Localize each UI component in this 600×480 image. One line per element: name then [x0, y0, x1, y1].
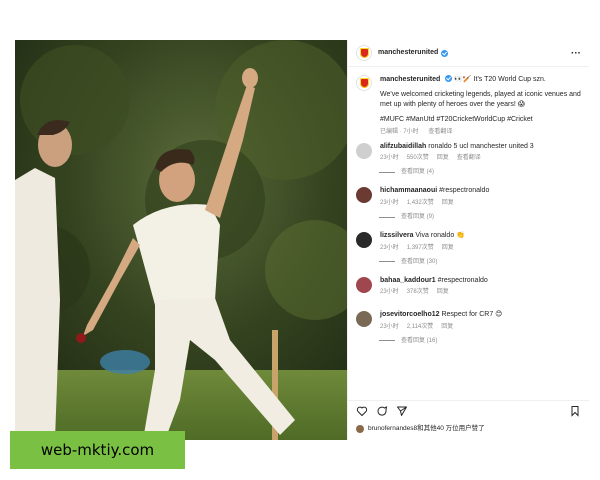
liker-avatar	[356, 425, 364, 434]
post-side-panel: manchesterunited ··· manchesterunited 👀🏏…	[347, 40, 589, 440]
comment-meta: 23小时 2,114次赞 回复	[380, 323, 581, 331]
comment-time: 23小时	[380, 289, 399, 296]
comment-row: hichammaanaoui #respectronaldo 23小时 1,432次…	[356, 186, 581, 207]
post-photo[interactable]	[15, 40, 347, 440]
caption-body: manchesterunited 👀🏏 It's T20 World Cup s…	[380, 75, 581, 136]
comment-meta: 23小时 1,432次赞 回复	[380, 199, 581, 207]
replies-divider	[379, 261, 395, 263]
comment-text: ronaldo 5 ucl manchester united 3	[428, 142, 534, 150]
comment-reply[interactable]: 回复	[442, 200, 454, 206]
share-send-icon[interactable]	[396, 405, 408, 417]
comment-reply[interactable]: 回复	[441, 324, 453, 330]
comment-likes[interactable]: 2,114次赞	[407, 324, 434, 330]
view-replies-text[interactable]: 查看回复 (30)	[401, 258, 437, 266]
comment-text: #respectronaldo	[439, 187, 490, 195]
caption-edited: 已编辑 · 7小时	[380, 128, 419, 135]
likes-text: brunofernandes8和其他40 万位用户赞了	[368, 425, 485, 432]
club-crest-icon	[359, 78, 369, 88]
comment-meta: 23小时 1,397次赞 回复	[380, 244, 581, 252]
comments-list: manchesterunited 👀🏏 It's T20 World Cup s…	[348, 67, 589, 345]
comment-likes[interactable]: 550次赞	[407, 155, 429, 161]
cricket-photo-image	[15, 40, 347, 440]
comment-row: alifzubaidillah ronaldo 5 ucl manchester…	[356, 142, 581, 163]
view-replies-link[interactable]: 查看回复 (9)	[379, 213, 581, 221]
commenter-avatar[interactable]	[356, 142, 372, 159]
caption-row: manchesterunited 👀🏏 It's T20 World Cup s…	[356, 75, 581, 136]
caption-hashtags[interactable]: #MUFC #ManUtd #T20CricketWorldCup #Crick…	[380, 115, 581, 124]
comment-username[interactable]: lizssilvera	[380, 232, 413, 239]
account-avatar[interactable]	[356, 45, 372, 61]
like-heart-icon[interactable]	[356, 405, 368, 417]
caption-line2: We've welcomed cricketing legends, playe…	[380, 91, 581, 108]
comment-time: 23小时	[380, 199, 399, 206]
comment-username[interactable]: josevitorcoelho12	[380, 311, 440, 318]
comment-body: hichammaanaoui #respectronaldo 23小时 1,432次…	[380, 186, 581, 207]
save-bookmark-icon[interactable]	[569, 405, 581, 417]
verified-badge-icon	[441, 49, 449, 57]
comment-likes[interactable]: 378次赞	[407, 289, 429, 295]
post-frame: manchesterunited ··· manchesterunited 👀🏏…	[15, 40, 589, 440]
view-replies-text[interactable]: 查看回复 (4)	[401, 168, 434, 176]
club-crest-icon	[359, 48, 369, 58]
comment-likes[interactable]: 1,432次赞	[407, 200, 434, 206]
comment-spacer	[356, 302, 581, 310]
caption-line1: 👀🏏 It's T20 World Cup szn.	[454, 76, 546, 83]
caption-username[interactable]: manchesterunited	[380, 76, 440, 83]
comment-time: 23小时	[380, 244, 399, 251]
caption-avatar[interactable]	[356, 75, 372, 91]
commenter-avatar[interactable]	[356, 187, 372, 204]
comment-username[interactable]: bahaa_kaddour1	[380, 277, 436, 284]
comment-username[interactable]: alifzubaidillah	[380, 143, 426, 150]
comment-body: bahaa_kaddour1 #respectronaldo 23小时 378次赞 回…	[380, 276, 581, 297]
commenter-avatar[interactable]	[356, 276, 372, 293]
comment-translate[interactable]: 查看翻译	[457, 155, 481, 161]
view-replies-link[interactable]: 查看回复 (16)	[379, 337, 581, 345]
comment-meta: 23小时 550次赞 回复 查看翻译	[380, 154, 581, 162]
verified-badge-icon	[445, 75, 453, 82]
view-replies-text[interactable]: 查看回复 (9)	[401, 213, 434, 221]
comment-body: lizssilvera Viva ronaldo 👏 23小时 1,397次赞 回复	[380, 231, 581, 252]
caption-meta: 已编辑 · 7小时 查看翻译	[380, 128, 581, 136]
header-username[interactable]: manchesterunited	[378, 48, 438, 57]
comment-reply[interactable]: 回复	[442, 245, 454, 251]
post-actions-bar	[348, 400, 589, 421]
commenter-avatar[interactable]	[356, 232, 372, 249]
caption-see-translation[interactable]: 查看翻译	[428, 129, 452, 135]
comment-time: 23小时	[380, 323, 399, 330]
comment-body: josevitorcoelho12 Respect for CR7 😊 23小时 2…	[380, 310, 581, 331]
comment-likes[interactable]: 1,397次赞	[407, 245, 434, 251]
comment-bubble-icon[interactable]	[376, 405, 388, 417]
comment-row: josevitorcoelho12 Respect for CR7 😊 23小时 2…	[356, 310, 581, 331]
comment-reply[interactable]: 回复	[437, 289, 449, 295]
replies-divider	[379, 216, 395, 218]
replies-divider	[379, 340, 395, 342]
comment-row: lizssilvera Viva ronaldo 👏 23小时 1,397次赞 回复	[356, 231, 581, 252]
comment-body: alifzubaidillah ronaldo 5 ucl manchester…	[380, 142, 581, 163]
comment-text: Respect for CR7 😊	[441, 311, 503, 319]
replies-divider	[379, 171, 395, 173]
comment-text: #respectronaldo	[437, 276, 488, 284]
comment-meta: 23小时 378次赞 回复	[380, 288, 581, 296]
view-replies-link[interactable]: 查看回复 (30)	[379, 258, 581, 266]
likes-summary[interactable]: brunofernandes8和其他40 万位用户赞了	[356, 425, 485, 434]
comment-time: 23小时	[380, 155, 399, 162]
more-options-icon[interactable]: ···	[571, 47, 581, 61]
comment-text: Viva ronaldo 👏	[415, 232, 465, 240]
view-replies-text[interactable]: 查看回复 (16)	[401, 337, 437, 345]
commenter-avatar[interactable]	[356, 311, 372, 328]
watermark-text: web-mktiy.com	[40, 441, 155, 459]
view-replies-link[interactable]: 查看回复 (4)	[379, 168, 581, 176]
comment-reply[interactable]: 回复	[437, 155, 449, 161]
watermark-banner: web-mktiy.com	[10, 431, 185, 469]
comment-row: bahaa_kaddour1 #respectronaldo 23小时 378次赞 回…	[356, 276, 581, 297]
comment-username[interactable]: hichammaanaoui	[380, 187, 437, 194]
post-header: manchesterunited ···	[348, 40, 589, 67]
